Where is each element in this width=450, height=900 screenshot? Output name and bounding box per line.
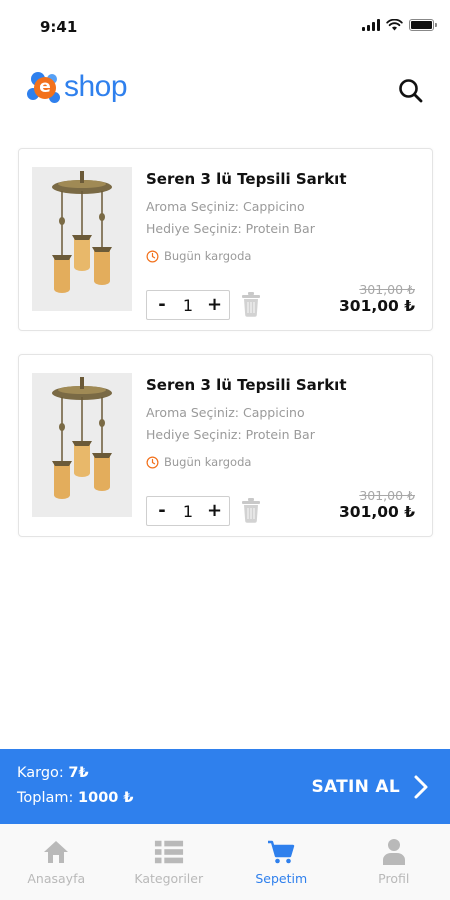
chevron-right-icon	[414, 775, 428, 799]
nav-label-home: Anasayfa	[27, 871, 86, 886]
quantity-value: 1	[182, 295, 194, 315]
quantity-stepper: - 1 +	[146, 290, 230, 320]
status-time: 9:41	[40, 18, 78, 36]
product-option-gift: Hediye Seçiniz: Protein Bar	[146, 221, 315, 236]
increase-button[interactable]: +	[207, 291, 222, 319]
product-option-aroma: Aroma Seçiniz: Cappicino	[146, 405, 305, 420]
nav-item-profile[interactable]: Profil	[338, 824, 450, 900]
logo-text: shop	[64, 70, 128, 103]
wifi-icon	[386, 19, 403, 31]
bottom-nav: Anasayfa Kategoriler Sepetim Profil	[0, 824, 450, 900]
nav-item-cart[interactable]: Sepetim	[225, 824, 338, 900]
decrease-button[interactable]: -	[155, 291, 169, 319]
product-image[interactable]	[32, 167, 132, 311]
clock-icon	[146, 250, 159, 262]
app-header: e shop	[0, 66, 450, 120]
quantity-stepper: - 1 +	[146, 496, 230, 526]
order-total: Toplam: 1000 ₺	[17, 790, 134, 806]
product-option-gift: Hediye Seçiniz: Protein Bar	[146, 427, 315, 442]
shipping-label: Bugün kargoda	[164, 455, 252, 469]
cart-list: Seren 3 lü Tepsili Sarkıt Aroma Seçiniz:…	[18, 148, 433, 560]
cart-item: Seren 3 lü Tepsili Sarkıt Aroma Seçiniz:…	[18, 148, 433, 331]
list-icon	[154, 840, 183, 864]
shipping-cost-label: Kargo:	[17, 765, 69, 781]
shipping-label: Bugün kargoda	[164, 249, 252, 263]
nav-label-categories: Kategoriler	[134, 871, 204, 886]
order-total-label: Toplam:	[17, 790, 79, 806]
current-price: 301,00 ₺	[339, 503, 415, 521]
cart-item: Seren 3 lü Tepsili Sarkıt Aroma Seçiniz:…	[18, 354, 433, 537]
battery-icon	[409, 19, 437, 31]
checkout-bar: Kargo: 7₺ Toplam: 1000 ₺ SATIN AL	[0, 749, 450, 824]
search-button[interactable]	[396, 76, 426, 106]
nav-label-cart: Sepetim	[255, 871, 308, 886]
home-icon	[44, 841, 69, 863]
order-total-value: 1000 ₺	[78, 790, 134, 806]
search-icon	[399, 79, 423, 103]
status-bar: 9:41	[0, 0, 450, 56]
nav-label-profile: Profil	[378, 871, 410, 886]
profile-icon	[382, 839, 405, 865]
trash-icon[interactable]	[241, 291, 261, 317]
buy-button-label: SATIN AL	[311, 777, 400, 797]
product-title[interactable]: Seren 3 lü Tepsili Sarkıt	[146, 170, 347, 188]
product-image[interactable]	[32, 373, 132, 517]
signal-icon	[362, 19, 380, 31]
status-icons	[362, 19, 437, 31]
chandelier-image	[32, 373, 132, 517]
shipping-info: Bugün kargoda	[146, 249, 251, 263]
cart-icon	[268, 840, 295, 864]
buy-button[interactable]: SATIN AL	[311, 769, 430, 805]
trash-icon[interactable]	[241, 497, 261, 523]
decrease-button[interactable]: -	[155, 497, 169, 525]
clock-icon	[146, 456, 159, 468]
old-price: 301,00 ₺	[359, 282, 415, 297]
quantity-value: 1	[182, 501, 194, 521]
nav-item-home[interactable]: Anasayfa	[0, 824, 113, 900]
current-price: 301,00 ₺	[339, 297, 415, 315]
shipping-info: Bugün kargoda	[146, 455, 251, 469]
chandelier-image	[32, 167, 132, 311]
logo-mark-letter: e	[34, 77, 56, 99]
nav-item-categories[interactable]: Kategoriler	[113, 824, 226, 900]
shipping-cost: Kargo: 7₺	[17, 765, 89, 781]
logo-mark-icon: e	[27, 70, 63, 106]
shipping-cost-value: 7₺	[68, 765, 89, 781]
eshop-logo[interactable]: e shop	[27, 70, 128, 106]
product-option-aroma: Aroma Seçiniz: Cappicino	[146, 199, 305, 214]
old-price: 301,00 ₺	[359, 488, 415, 503]
product-title[interactable]: Seren 3 lü Tepsili Sarkıt	[146, 376, 347, 394]
increase-button[interactable]: +	[207, 497, 222, 525]
